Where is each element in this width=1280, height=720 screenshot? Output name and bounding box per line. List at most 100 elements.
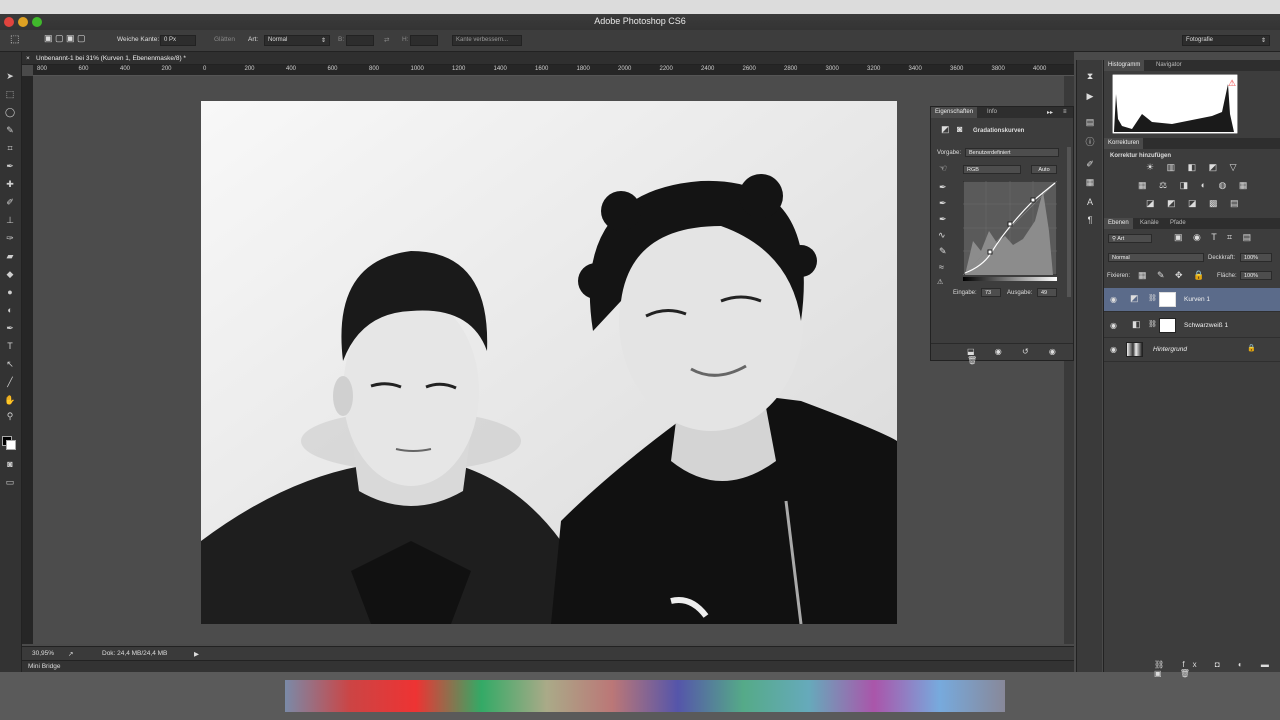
screen-mode-icon[interactable]: ▭ bbox=[3, 476, 17, 489]
visibility-eye-icon[interactable]: ◉ bbox=[1110, 295, 1117, 304]
white-point-eyedropper-icon[interactable]: ✒ bbox=[939, 214, 947, 225]
paragraph-icon[interactable]: ¶ bbox=[1084, 214, 1096, 226]
selection-mode-icon[interactable]: ▣ ▢ ▣ ▢ bbox=[44, 33, 86, 44]
preset-select[interactable]: Benutzerdefiniert bbox=[965, 148, 1059, 157]
lock-icons[interactable]: ▦ ✎ ✥ 🔒 bbox=[1138, 270, 1208, 281]
dock-app-icons[interactable] bbox=[285, 680, 1005, 712]
dodge-tool-icon[interactable]: ◐ bbox=[3, 304, 17, 317]
tab-info[interactable]: Info bbox=[983, 107, 1001, 118]
layer-filter-select[interactable]: ⚲ Art bbox=[1108, 234, 1152, 243]
pencil-draw-icon[interactable]: ✎ bbox=[939, 246, 947, 257]
fill-input[interactable]: 100% bbox=[1240, 271, 1272, 280]
quick-mask-icon[interactable]: ◙ bbox=[3, 458, 17, 471]
opacity-input[interactable]: 100% bbox=[1240, 253, 1272, 262]
chain-link-icon[interactable]: ⛓ bbox=[1148, 320, 1157, 328]
smooth-curve-icon[interactable]: ≈ bbox=[939, 262, 944, 272]
curves-graph[interactable] bbox=[963, 181, 1057, 275]
visibility-eye-icon[interactable]: ◉ bbox=[1110, 345, 1117, 354]
document-image[interactable] bbox=[201, 101, 897, 624]
properties-scrollbar[interactable] bbox=[1067, 147, 1071, 297]
properties-icon[interactable]: ▤ bbox=[1084, 116, 1096, 128]
line-tool-icon[interactable]: ╱ bbox=[3, 376, 17, 389]
rect-marquee-tool-icon[interactable]: ⬚ bbox=[3, 88, 17, 101]
blend-mode-select[interactable]: Normal bbox=[1108, 253, 1204, 262]
layer-mask-thumbnail[interactable] bbox=[1159, 318, 1176, 333]
lasso-tool-icon[interactable]: ◯ bbox=[3, 106, 17, 119]
clone-stamp-tool-icon[interactable]: ⊥ bbox=[3, 214, 17, 227]
mask-icon[interactable]: ◙ bbox=[957, 124, 962, 134]
tab-histogram[interactable]: Histogramm bbox=[1104, 60, 1145, 71]
panel-menu-icon[interactable]: ≡ bbox=[1063, 109, 1067, 115]
layer-thumbnail[interactable] bbox=[1126, 342, 1143, 357]
pen-tool-icon[interactable]: ✒ bbox=[3, 322, 17, 335]
ruler-tick-label: 3800 bbox=[991, 66, 1005, 72]
healing-brush-tool-icon[interactable]: ✚ bbox=[3, 178, 17, 191]
info-icon[interactable]: ⓘ bbox=[1084, 136, 1096, 148]
export-icon[interactable]: ↗ bbox=[68, 650, 73, 658]
layer-actions-icons[interactable]: ⛓ fx ◘ ◐ ▬ ▣ 🗑 bbox=[1154, 660, 1280, 678]
layers-panel-header: Ebenen Kanäle Pfade bbox=[1104, 218, 1280, 229]
character-icon[interactable]: A bbox=[1084, 196, 1096, 208]
tab-channels[interactable]: Kanäle bbox=[1136, 218, 1163, 229]
tab-paths[interactable]: Pfade bbox=[1166, 218, 1190, 229]
input-value-field[interactable]: 73 bbox=[981, 288, 1001, 297]
gray-point-eyedropper-icon[interactable]: ✒ bbox=[939, 198, 947, 209]
swap-icon[interactable]: ⇄ bbox=[384, 36, 389, 44]
marquee-tool-icon[interactable]: ⬚ bbox=[10, 34, 19, 45]
history-brush-tool-icon[interactable]: ✑ bbox=[3, 232, 17, 245]
workspace-select[interactable]: Fotografie ⇕ bbox=[1182, 35, 1270, 46]
target-adjust-icon[interactable]: ☜ bbox=[939, 163, 947, 174]
gradient-tool-icon[interactable]: ◆ bbox=[3, 268, 17, 281]
actions-play-icon[interactable]: ▶ bbox=[1084, 90, 1096, 102]
quick-select-tool-icon[interactable]: ✎ bbox=[3, 124, 17, 137]
layer-row[interactable]: ◉ ◧ ⛓ Schwarzweiß 1 bbox=[1104, 314, 1280, 338]
layer-name: Kurven 1 bbox=[1184, 296, 1211, 303]
path-select-tool-icon[interactable]: ↖ bbox=[3, 358, 17, 371]
document-tab[interactable]: × Unbenannt-1 bei 31% (Kurven 1, Ebenenm… bbox=[22, 52, 1074, 65]
tab-layers[interactable]: Ebenen bbox=[1104, 218, 1133, 229]
blur-tool-icon[interactable]: ● bbox=[3, 286, 17, 299]
channel-select[interactable]: RGB bbox=[963, 165, 1021, 174]
adjustment-icons-row-2[interactable]: ▦ ⚖ ◨ ◐ ◍ ▦ bbox=[1138, 180, 1252, 191]
brush-presets-icon[interactable]: ▦ bbox=[1084, 176, 1096, 188]
tab-properties[interactable]: Eigenschaften bbox=[931, 107, 978, 118]
tab-navigator[interactable]: Navigator bbox=[1152, 60, 1186, 71]
style-select[interactable]: Normal ⇕ bbox=[264, 35, 330, 46]
history-icon[interactable]: ⧗ bbox=[1084, 70, 1096, 82]
eraser-tool-icon[interactable]: ▰ bbox=[3, 250, 17, 263]
zoom-level[interactable]: 30,95% bbox=[32, 650, 54, 657]
move-tool-icon[interactable]: ➤ bbox=[3, 70, 17, 83]
curve-edit-icon[interactable]: ∿ bbox=[938, 230, 946, 241]
height-input[interactable] bbox=[410, 35, 438, 46]
layer-mask-thumbnail[interactable] bbox=[1159, 292, 1176, 307]
status-menu-arrow-icon[interactable]: ▶ bbox=[194, 650, 199, 658]
refine-edge-button[interactable]: Kante verbessern... bbox=[452, 35, 522, 46]
type-tool-icon[interactable]: T bbox=[3, 340, 17, 353]
black-point-eyedropper-icon[interactable]: ✒ bbox=[939, 182, 947, 193]
eyedropper-tool-icon[interactable]: ✒ bbox=[3, 160, 17, 173]
zoom-tool-icon[interactable]: ⚲ bbox=[3, 410, 17, 423]
visibility-eye-icon[interactable]: ◉ bbox=[1110, 321, 1117, 330]
background-color-swatch[interactable] bbox=[6, 440, 16, 450]
output-value-field[interactable]: 49 bbox=[1037, 288, 1057, 297]
hand-tool-icon[interactable]: ✋ bbox=[3, 394, 17, 407]
smooth-checkbox-label[interactable]: Glätten bbox=[214, 36, 235, 43]
tab-corrections[interactable]: Korrekturen bbox=[1104, 138, 1144, 149]
collapse-arrows-icon[interactable]: ▸▸ bbox=[1047, 109, 1053, 116]
crop-tool-icon[interactable]: ⌗ bbox=[3, 142, 17, 155]
adjustment-icons-row-1[interactable]: ☀ ▥ ◧ ◩ ▽ bbox=[1146, 162, 1242, 173]
properties-footer-icons[interactable]: ⬓ ◉ ↺ ◉ 🗑 bbox=[967, 347, 1073, 365]
adjustment-icons-row-3[interactable]: ◪ ◩ ◪ ▩ ▤ bbox=[1146, 198, 1244, 209]
auto-button[interactable]: Auto bbox=[1031, 165, 1057, 174]
clipping-warning-icon[interactable]: ⚠ bbox=[937, 278, 943, 286]
mini-bridge-bar[interactable]: Mini Bridge bbox=[22, 660, 1074, 672]
close-tab-icon[interactable]: × bbox=[26, 55, 30, 62]
brush-tool-icon[interactable]: ✐ bbox=[3, 196, 17, 209]
layer-filter-icons[interactable]: ▣ ◉ T ⌗ ▤ bbox=[1174, 232, 1255, 243]
layer-row[interactable]: ◉ Hintergrund 🔒 bbox=[1104, 338, 1280, 362]
width-input[interactable] bbox=[346, 35, 374, 46]
layer-row[interactable]: ◉ ◩ ⛓ Kurven 1 bbox=[1104, 288, 1280, 312]
soft-edge-input[interactable]: 0 Px bbox=[160, 35, 196, 46]
chain-link-icon[interactable]: ⛓ bbox=[1148, 294, 1157, 302]
brush-panel-icon[interactable]: ✐ bbox=[1084, 158, 1096, 170]
